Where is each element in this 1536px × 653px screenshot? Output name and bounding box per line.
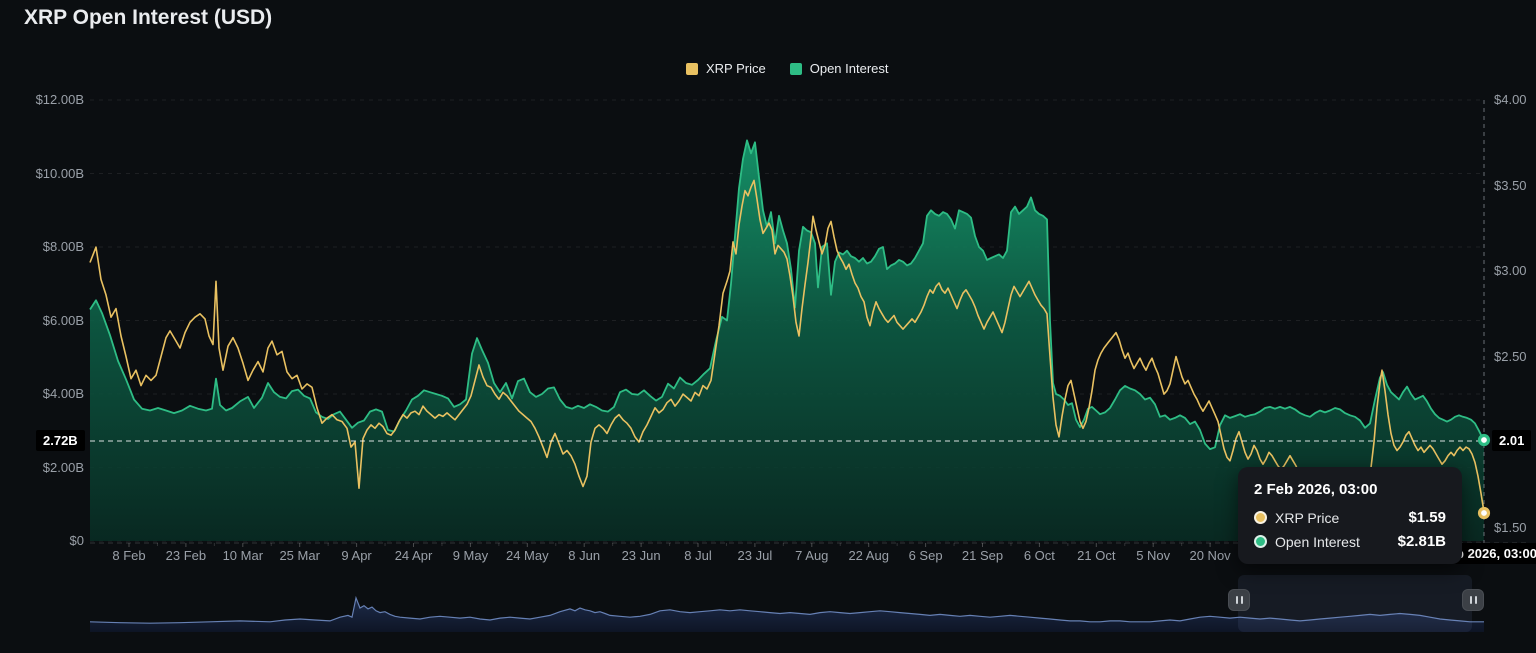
- left-axis-label: $10.00B: [0, 166, 84, 181]
- open-interest-swatch-icon: [790, 63, 802, 75]
- navigator-left-handle-icon[interactable]: [1228, 589, 1250, 611]
- left-axis-label: $8.00B: [0, 239, 84, 254]
- right-axis-label: $2.50: [1494, 349, 1527, 364]
- chart-panel: XRP Open Interest (USD) XRP Price Open I…: [0, 0, 1536, 653]
- tooltip-row-open-interest: Open Interest $2.81B: [1254, 533, 1446, 550]
- navigator-selection[interactable]: [1238, 575, 1472, 632]
- right-axis-label: $4.00: [1494, 92, 1527, 107]
- legend: XRP Price Open Interest: [686, 61, 889, 76]
- xrp-price-marker-icon: [1480, 509, 1489, 518]
- tooltip-row-xrp-price: XRP Price $1.59: [1254, 509, 1446, 526]
- right-axis-label: $3.00: [1494, 263, 1527, 278]
- xrp-price-swatch-icon: [686, 63, 698, 75]
- legend-label: Open Interest: [810, 61, 889, 76]
- legend-item-open-interest[interactable]: Open Interest: [790, 61, 889, 76]
- left-axis-label: $2.00B: [0, 460, 84, 475]
- tooltip-value: $1.59: [1408, 509, 1446, 526]
- left-axis-label: $4.00B: [0, 386, 84, 401]
- open-interest-marker-icon: [1480, 436, 1489, 445]
- price-crosshair-badge: 2.01: [1492, 430, 1531, 451]
- open-interest-dot-icon: [1254, 535, 1267, 548]
- left-axis-label: $6.00B: [0, 313, 84, 328]
- xrp-price-dot-icon: [1254, 511, 1267, 524]
- left-axis-label: $12.00B: [0, 92, 84, 107]
- page-title: XRP Open Interest (USD): [24, 6, 272, 30]
- legend-label: XRP Price: [706, 61, 766, 76]
- right-axis-label: $3.50: [1494, 178, 1527, 193]
- tooltip-date: 2 Feb 2026, 03:00: [1254, 481, 1446, 498]
- x-axis-label: 20 Nov: [1175, 548, 1245, 563]
- oi-crosshair-badge: 2.72B: [36, 430, 85, 451]
- right-axis-label: $1.50: [1494, 520, 1527, 535]
- tooltip-value: $2.81B: [1398, 533, 1446, 550]
- navigator-right-handle-icon[interactable]: [1462, 589, 1484, 611]
- chart-tooltip: 2 Feb 2026, 03:00 XRP Price $1.59 Open I…: [1238, 467, 1462, 564]
- legend-item-xrp-price[interactable]: XRP Price: [686, 61, 766, 76]
- tooltip-label: Open Interest: [1275, 534, 1390, 550]
- left-axis-label: $0: [0, 533, 84, 548]
- tooltip-label: XRP Price: [1275, 510, 1400, 526]
